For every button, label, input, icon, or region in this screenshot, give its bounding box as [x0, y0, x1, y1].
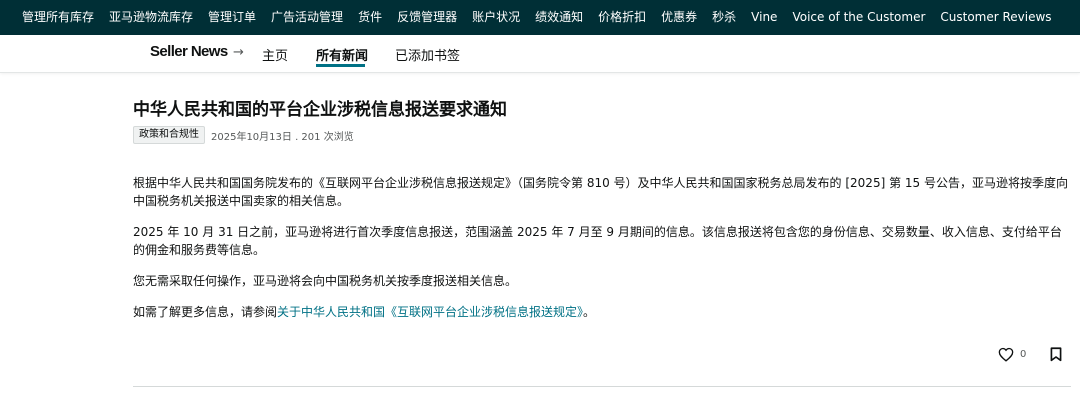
article-date-views: 2025年10月13日 . 201 次浏览 [211, 131, 354, 143]
seller-news-logo[interactable]: Seller News [150, 43, 228, 60]
article-divider [133, 386, 1071, 387]
bookmark-icon [1050, 347, 1062, 362]
regulation-link[interactable]: 关于中华人民共和国《互联网平台企业涉税信息报送规定》 [277, 305, 583, 319]
nav-shipments[interactable]: 货件 [358, 0, 382, 35]
like-button[interactable]: 0 [998, 347, 1026, 362]
tab-all-news[interactable]: 所有新闻 [316, 45, 368, 64]
nav-feedback-manager[interactable]: 反馈管理器 [397, 0, 457, 35]
nav-fba-inventory[interactable]: 亚马逊物流库存 [109, 0, 193, 35]
tab-home[interactable]: 主页 [262, 45, 288, 64]
more-info-prefix: 如需了解更多信息，请参阅 [133, 305, 278, 319]
nav-campaign-manager[interactable]: 广告活动管理 [271, 0, 343, 35]
article-paragraph: 如需了解更多信息，请参阅关于中华人民共和国《互联网平台企业涉税信息报送规定》。 [133, 303, 1073, 321]
nav-price-discounts[interactable]: 价格折扣 [598, 0, 646, 35]
category-tag[interactable]: 政策和合规性 [133, 126, 205, 144]
nav-vine[interactable]: Vine [751, 0, 777, 35]
like-count: 0 [1020, 349, 1027, 360]
seller-news-subnav: Seller News → 主页 所有新闻 已添加书签 [0, 35, 1080, 73]
arrow-right-icon: → [233, 45, 244, 60]
article-paragraph: 您无需采取任何操作，亚马逊将会向中国税务机关按季度报送相关信息。 [133, 274, 518, 288]
top-navigation-bar: 管理所有库存 亚马逊物流库存 管理订单 广告活动管理 货件 反馈管理器 账户状况… [0, 0, 1080, 35]
nav-deals[interactable]: 秒杀 [712, 0, 736, 35]
nav-coupons[interactable]: 优惠券 [661, 0, 697, 35]
bookmark-button[interactable] [1050, 347, 1062, 362]
article-paragraph: 根据中华人民共和国国务院发布的《互联网平台企业涉税信息报送规定》（国务院令第 8… [133, 176, 1068, 208]
article-paragraph: 2025 年 10 月 31 日之前，亚马逊将进行首次季度信息报送，范围涵盖 2… [133, 225, 1062, 257]
article-body: 根据中华人民共和国国务院发布的《互联网平台企业涉税信息报送规定》（国务院令第 8… [133, 174, 1073, 321]
nav-customer-reviews[interactable]: Customer Reviews [940, 0, 1051, 35]
article: 中华人民共和国的平台企业涉税信息报送要求通知 政策和合规性 2025年10月13… [133, 98, 1073, 334]
nav-voice-of-customer[interactable]: Voice of the Customer [792, 0, 925, 35]
nav-manage-orders[interactable]: 管理订单 [208, 0, 256, 35]
more-info-suffix: 。 [583, 305, 596, 319]
nav-performance-notifications[interactable]: 绩效通知 [535, 0, 583, 35]
tab-bookmarks[interactable]: 已添加书签 [395, 45, 460, 64]
heart-icon [998, 347, 1014, 362]
nav-manage-inventory[interactable]: 管理所有库存 [22, 0, 94, 35]
active-tab-indicator [316, 64, 365, 67]
article-actions: 0 [998, 347, 1062, 362]
article-meta: 政策和合规性 2025年10月13日 . 201 次浏览 [133, 126, 1073, 144]
article-title: 中华人民共和国的平台企业涉税信息报送要求通知 [133, 100, 507, 120]
nav-account-health[interactable]: 账户状况 [472, 0, 520, 35]
